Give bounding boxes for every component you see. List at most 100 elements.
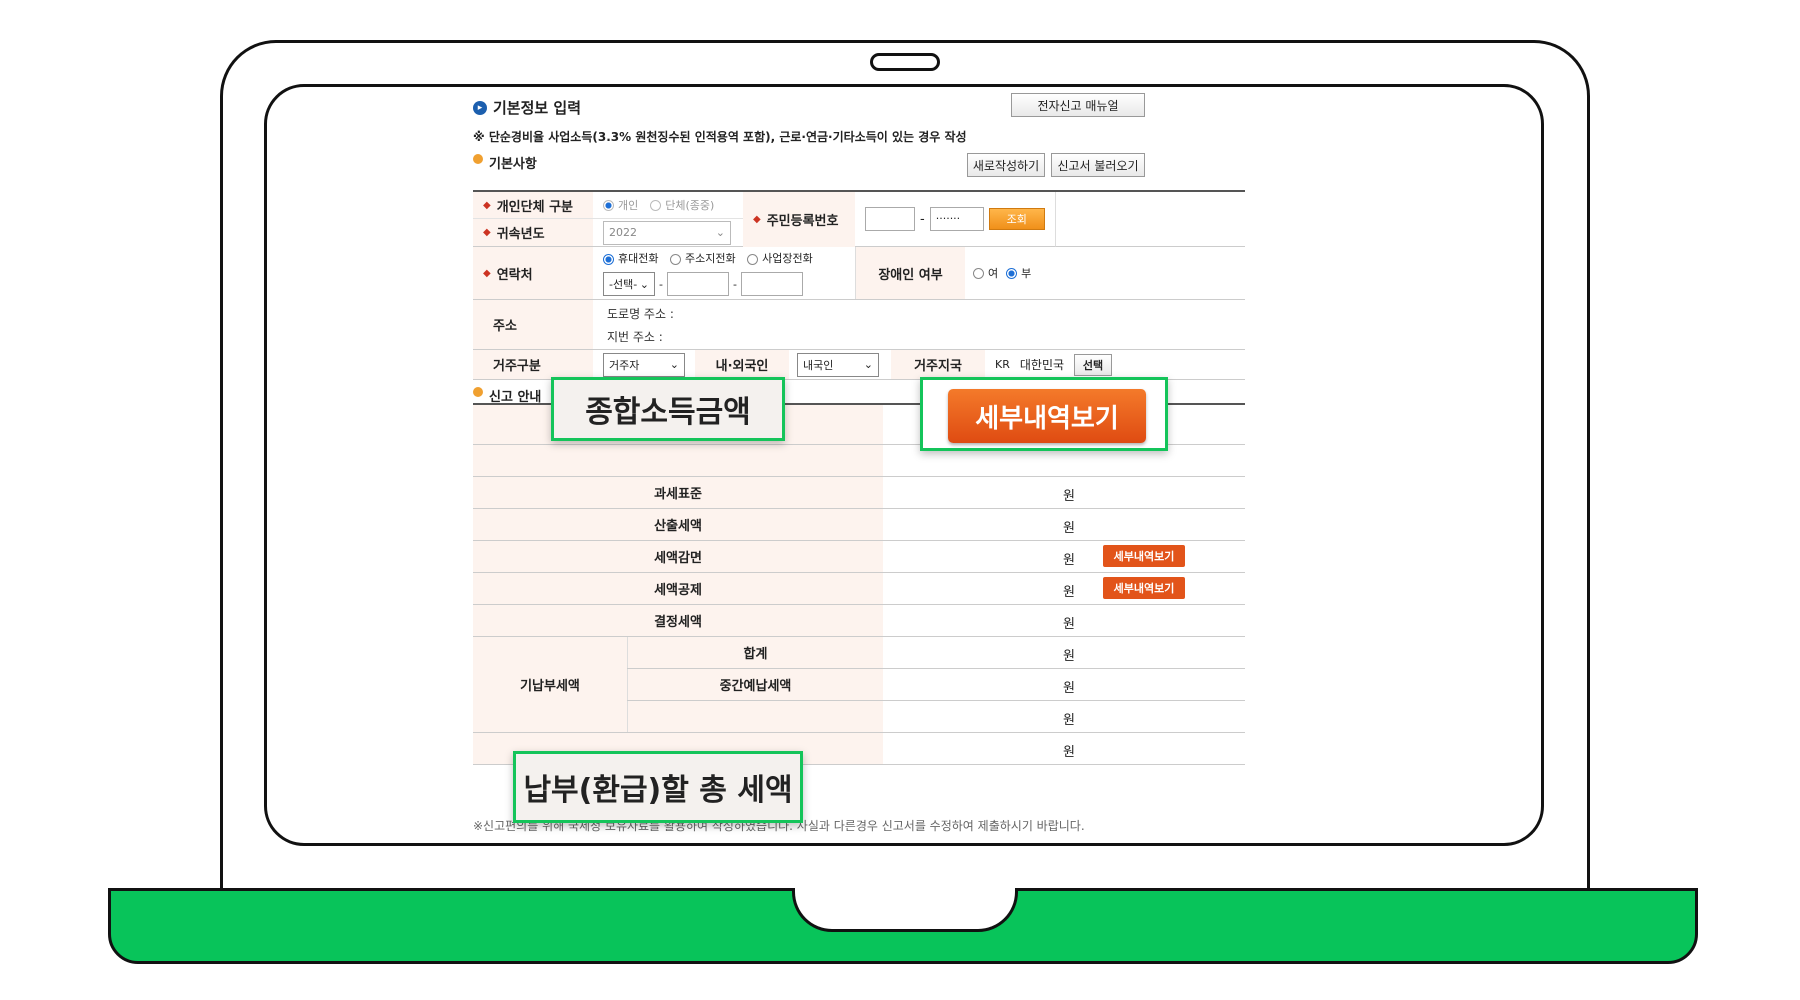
nationality-value: 내국인 bbox=[803, 358, 834, 372]
total-tax-callout: 납부(환급)할 총 세액 bbox=[513, 751, 803, 823]
report-value: 원 bbox=[883, 509, 1245, 540]
detail-view-button[interactable]: 세부내역보기 bbox=[948, 389, 1146, 443]
report-label: 세액공제 bbox=[473, 573, 883, 604]
report-row: 세액감면 원 세부내역보기 bbox=[473, 541, 1245, 573]
address-values: 도로명 주소 : 지번 주소 : bbox=[607, 300, 1007, 349]
residence-row: 거주구분 거주자 ⌄ 내·외국인 내국인 ⌄ 거주지국 KR 대한민국 선택 bbox=[473, 350, 1245, 380]
chevron-down-icon: ⌄ bbox=[863, 358, 873, 371]
chevron-down-icon: ⌄ bbox=[669, 358, 679, 371]
report-row: 산출세액 원 bbox=[473, 509, 1245, 541]
unit-won: 원 bbox=[1063, 649, 1075, 664]
road-address: 도로명 주소 : bbox=[607, 306, 674, 321]
report-value: 원 세부내역보기 bbox=[883, 541, 1245, 572]
ssn-dash: - bbox=[920, 211, 925, 227]
phone-prefix-select[interactable]: -선택- ⌄ bbox=[603, 272, 655, 296]
prepaid-label: 기납부세액 bbox=[473, 637, 627, 733]
disabled-options: 여 부 bbox=[973, 247, 1173, 299]
radio-work[interactable] bbox=[747, 253, 759, 265]
country-select-button[interactable]: 선택 bbox=[1074, 353, 1113, 376]
detail-button-callout: 세부내역보기 bbox=[920, 377, 1168, 451]
report-label: 세액감면 bbox=[473, 541, 883, 572]
prepaid-row: 원 bbox=[627, 701, 1245, 733]
year-select[interactable]: 2022 ⌄ bbox=[603, 220, 731, 245]
ssn-input-cell: - ······· 조회 bbox=[855, 192, 1055, 247]
page-title-text: 기본정보 입력 bbox=[493, 99, 582, 117]
report-row: 세액공제 원 세부내역보기 bbox=[473, 573, 1245, 605]
year-value: 2022 bbox=[609, 226, 637, 239]
unit-won: 원 bbox=[1063, 681, 1075, 696]
ssn-label: ◆ 주민등록번호 bbox=[743, 192, 855, 247]
page-title: ▸ 기본정보 입력 bbox=[473, 97, 581, 118]
contact-label: ◆ 연락처 bbox=[473, 247, 593, 299]
phone-prefix-value: -선택- bbox=[609, 278, 638, 291]
prepaid-sub-label: 합계 bbox=[627, 637, 883, 668]
new-write-button[interactable]: 새로작성하기 bbox=[967, 153, 1045, 177]
residence-select[interactable]: 거주자 ⌄ bbox=[603, 352, 685, 377]
unit-won: 원 bbox=[1063, 745, 1075, 760]
report-label: 산출세액 bbox=[473, 509, 883, 540]
radio-group[interactable] bbox=[650, 199, 662, 211]
address-label-text: 주소 bbox=[493, 319, 517, 334]
tax-reduction-detail-button[interactable]: 세부내역보기 bbox=[1103, 545, 1185, 567]
unit-won: 원 bbox=[1063, 617, 1075, 632]
phone-dash-1: - bbox=[659, 277, 663, 291]
ssn-second-input[interactable]: ······· bbox=[929, 207, 984, 231]
total-income-callout: 종합소득금액 bbox=[551, 377, 785, 441]
disabled-label-text: 장애인 여부 bbox=[878, 267, 943, 283]
laptop-camera bbox=[870, 53, 940, 71]
year-label-text: 귀속년도 bbox=[496, 227, 545, 242]
report-value: 원 bbox=[883, 605, 1245, 636]
address-row: 주소 도로명 주소 : 지번 주소 : bbox=[473, 300, 1245, 350]
disabled-label: 장애인 여부 bbox=[855, 247, 965, 299]
prepaid-value: 원 bbox=[883, 669, 1245, 700]
work-label: 사업장전화 bbox=[762, 252, 813, 265]
nationality-select[interactable]: 내국인 ⌄ bbox=[797, 352, 879, 377]
country-code: KR bbox=[995, 358, 1010, 371]
phone-type-options: 휴대전화 주소지전화 사업장전화 bbox=[603, 250, 813, 266]
report-label-hidden-2 bbox=[473, 445, 883, 476]
no-label: 부 bbox=[1021, 267, 1032, 280]
final-tax-value: 원 bbox=[883, 733, 1245, 764]
radio-home[interactable] bbox=[669, 253, 681, 265]
yes-label: 여 bbox=[988, 267, 999, 280]
address-label: 주소 bbox=[473, 300, 593, 349]
lookup-button[interactable]: 조회 bbox=[988, 208, 1045, 230]
contact-label-text: 연락처 bbox=[496, 267, 533, 283]
nationality-label-text: 내·외국인 bbox=[715, 359, 769, 374]
residence-label-text: 거주구분 bbox=[493, 359, 541, 374]
manual-button[interactable]: 전자신고 매뉴얼 bbox=[1011, 93, 1145, 117]
unit-won: 원 bbox=[1063, 521, 1075, 536]
ssn-empty-cell bbox=[1055, 192, 1245, 247]
radio-disabled-no[interactable] bbox=[1006, 267, 1018, 279]
load-report-button[interactable]: 신고서 불러오기 bbox=[1051, 153, 1145, 177]
phone-last-input[interactable] bbox=[740, 272, 803, 296]
laptop-notch bbox=[792, 888, 1018, 932]
contact-row: ◆ 연락처 휴대전화 주소지전화 사업장전화 -선택- ⌄ - - 장애인 여부… bbox=[473, 247, 1245, 300]
phone-number-inputs: -선택- ⌄ - - bbox=[603, 272, 803, 296]
lot-address: 지번 주소 : bbox=[607, 329, 663, 344]
tax-credit-detail-button[interactable]: 세부내역보기 bbox=[1103, 577, 1185, 599]
home-label: 주소지전화 bbox=[684, 252, 736, 265]
laptop-screen: ▸ 기본정보 입력 전자신고 매뉴얼 ※ 단순경비율 사업소득(3.3% 원천징… bbox=[264, 84, 1544, 846]
basic-section-title: 기본사항 bbox=[473, 153, 537, 172]
prepaid-value: 원 bbox=[883, 637, 1245, 668]
person-option-label: 개인 bbox=[618, 199, 639, 212]
prepaid-sub-label bbox=[627, 701, 883, 732]
radio-disabled-yes[interactable] bbox=[973, 267, 984, 279]
basic-title-text: 기본사항 bbox=[489, 157, 537, 172]
ssn-label-text: 주민등록번호 bbox=[766, 214, 839, 229]
radio-person[interactable] bbox=[603, 199, 614, 211]
report-value: 원 세부내역보기 bbox=[883, 573, 1245, 604]
person-type-label-text: 개인단체 구분 bbox=[496, 199, 573, 215]
report-label: 과세표준 bbox=[473, 477, 883, 508]
report-label: 결정세액 bbox=[473, 605, 883, 636]
group-option-label: 단체(종중) bbox=[665, 199, 715, 212]
radio-mobile[interactable] bbox=[603, 253, 614, 265]
country-cell: KR 대한민국 선택 bbox=[995, 350, 1245, 379]
phone-middle-input[interactable] bbox=[666, 272, 729, 296]
prepaid-row: 합계 원 bbox=[627, 637, 1245, 669]
notice-text: ※ 단순경비율 사업소득(3.3% 원천징수된 인적용역 포함), 근로·연금·… bbox=[473, 130, 967, 144]
year-label: ◆ 귀속년도 bbox=[473, 219, 593, 246]
ssn-first-input[interactable] bbox=[865, 207, 915, 231]
chevron-down-icon: ⌄ bbox=[715, 226, 725, 239]
